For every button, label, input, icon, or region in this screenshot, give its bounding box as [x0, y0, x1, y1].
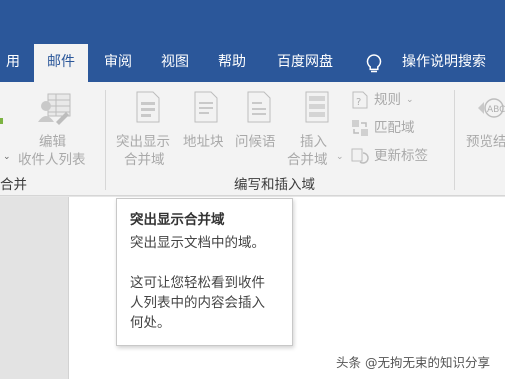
match-fields-button[interactable]: 匹配域: [350, 117, 450, 139]
update-labels-icon: [351, 148, 369, 164]
tell-me-search[interactable]: 操作说明搜索: [394, 44, 494, 82]
tab-label: 百度网盘: [277, 54, 333, 70]
svg-text:?: ?: [356, 97, 361, 108]
greeting-line-icon: [247, 91, 271, 123]
tab-review[interactable]: 审阅: [96, 44, 140, 82]
tab-label: 视图: [161, 54, 189, 70]
address-block-label[interactable]: 地址块: [183, 132, 224, 152]
tab-label: 操作说明搜索: [402, 54, 486, 70]
tab-label: 审阅: [104, 54, 132, 70]
group-label-write-insert: 编写和插入域: [234, 177, 315, 193]
tab-label: 帮助: [218, 54, 246, 70]
update-labels-button[interactable]: 更新标签: [350, 145, 450, 167]
edit-recipients-line1: 编辑: [39, 134, 66, 150]
ribbon: ⌄ 编辑 收件人列表 合并 突出显示 合并域 地址块 问候语 插入 合并域 ⌄ …: [0, 82, 505, 196]
chevron-down-icon: ⌄: [406, 95, 414, 105]
insert-field-line2[interactable]: 合并域: [287, 150, 328, 170]
tooltip: 突出显示合并域 突出显示文档中的域。 这可让您轻松看到收件 人列表中的内容会插入…: [116, 198, 293, 346]
tab-label: 用: [6, 54, 20, 70]
insert-field-icon: [305, 91, 329, 123]
highlight-fields-line2[interactable]: 合并域: [124, 150, 165, 170]
address-block-icon: [194, 91, 218, 123]
update-labels-label: 更新标签: [374, 148, 428, 164]
title-bar: 用 邮件 审阅 视图 帮助 百度网盘 操作说明搜索: [0, 0, 505, 82]
document-margin: [0, 197, 68, 379]
chevron-down-icon: ⌄: [3, 152, 11, 162]
preview-results-icon: ABC: [478, 98, 505, 118]
group-label-merge: 合并: [0, 177, 27, 193]
rules-label: 规则: [374, 92, 401, 108]
ribbon-tabs: 用 邮件 审阅 视图 帮助 百度网盘 操作说明搜索: [0, 44, 505, 82]
lightbulb-icon: [366, 54, 382, 73]
tooltip-title: 突出显示合并域: [130, 212, 225, 228]
group-separator: [105, 90, 106, 190]
tab-help[interactable]: 帮助: [210, 44, 254, 82]
tab-partial-left[interactable]: 用: [0, 44, 26, 82]
match-fields-icon: [352, 120, 368, 136]
svg-text:ABC: ABC: [487, 105, 505, 115]
highlight-fields-line1[interactable]: 突出显示: [116, 132, 170, 152]
match-fields-label: 匹配域: [374, 120, 415, 136]
partial-icon: [0, 118, 3, 124]
tab-mailings[interactable]: 邮件: [34, 44, 88, 82]
chevron-down-icon: ⌄: [336, 152, 344, 162]
tooltip-line: 人列表中的内容会插入: [130, 295, 265, 311]
rules-button[interactable]: ? 规则 ⌄: [350, 89, 450, 111]
highlight-fields-icon: [136, 91, 160, 123]
tab-view[interactable]: 视图: [153, 44, 197, 82]
tab-baidu-netdisk[interactable]: 百度网盘: [268, 44, 342, 82]
edit-recipients-icon: [38, 93, 71, 125]
rules-icon: ?: [352, 91, 368, 109]
preview-results-label[interactable]: 预览结: [466, 132, 505, 152]
greeting-line-label[interactable]: 问候语: [235, 132, 276, 152]
tooltip-line: 突出显示文档中的域。: [130, 235, 265, 251]
insert-field-line1[interactable]: 插入: [300, 132, 327, 152]
tooltip-line: 这可让您轻松看到收件: [130, 275, 265, 291]
tooltip-line: 何处。: [130, 315, 171, 331]
tab-label: 邮件: [47, 54, 75, 70]
edit-recipients-line2[interactable]: 收件人列表: [18, 150, 86, 170]
watermark: 头条 @无拘无束的知识分享: [336, 355, 490, 370]
group-separator: [454, 90, 455, 190]
